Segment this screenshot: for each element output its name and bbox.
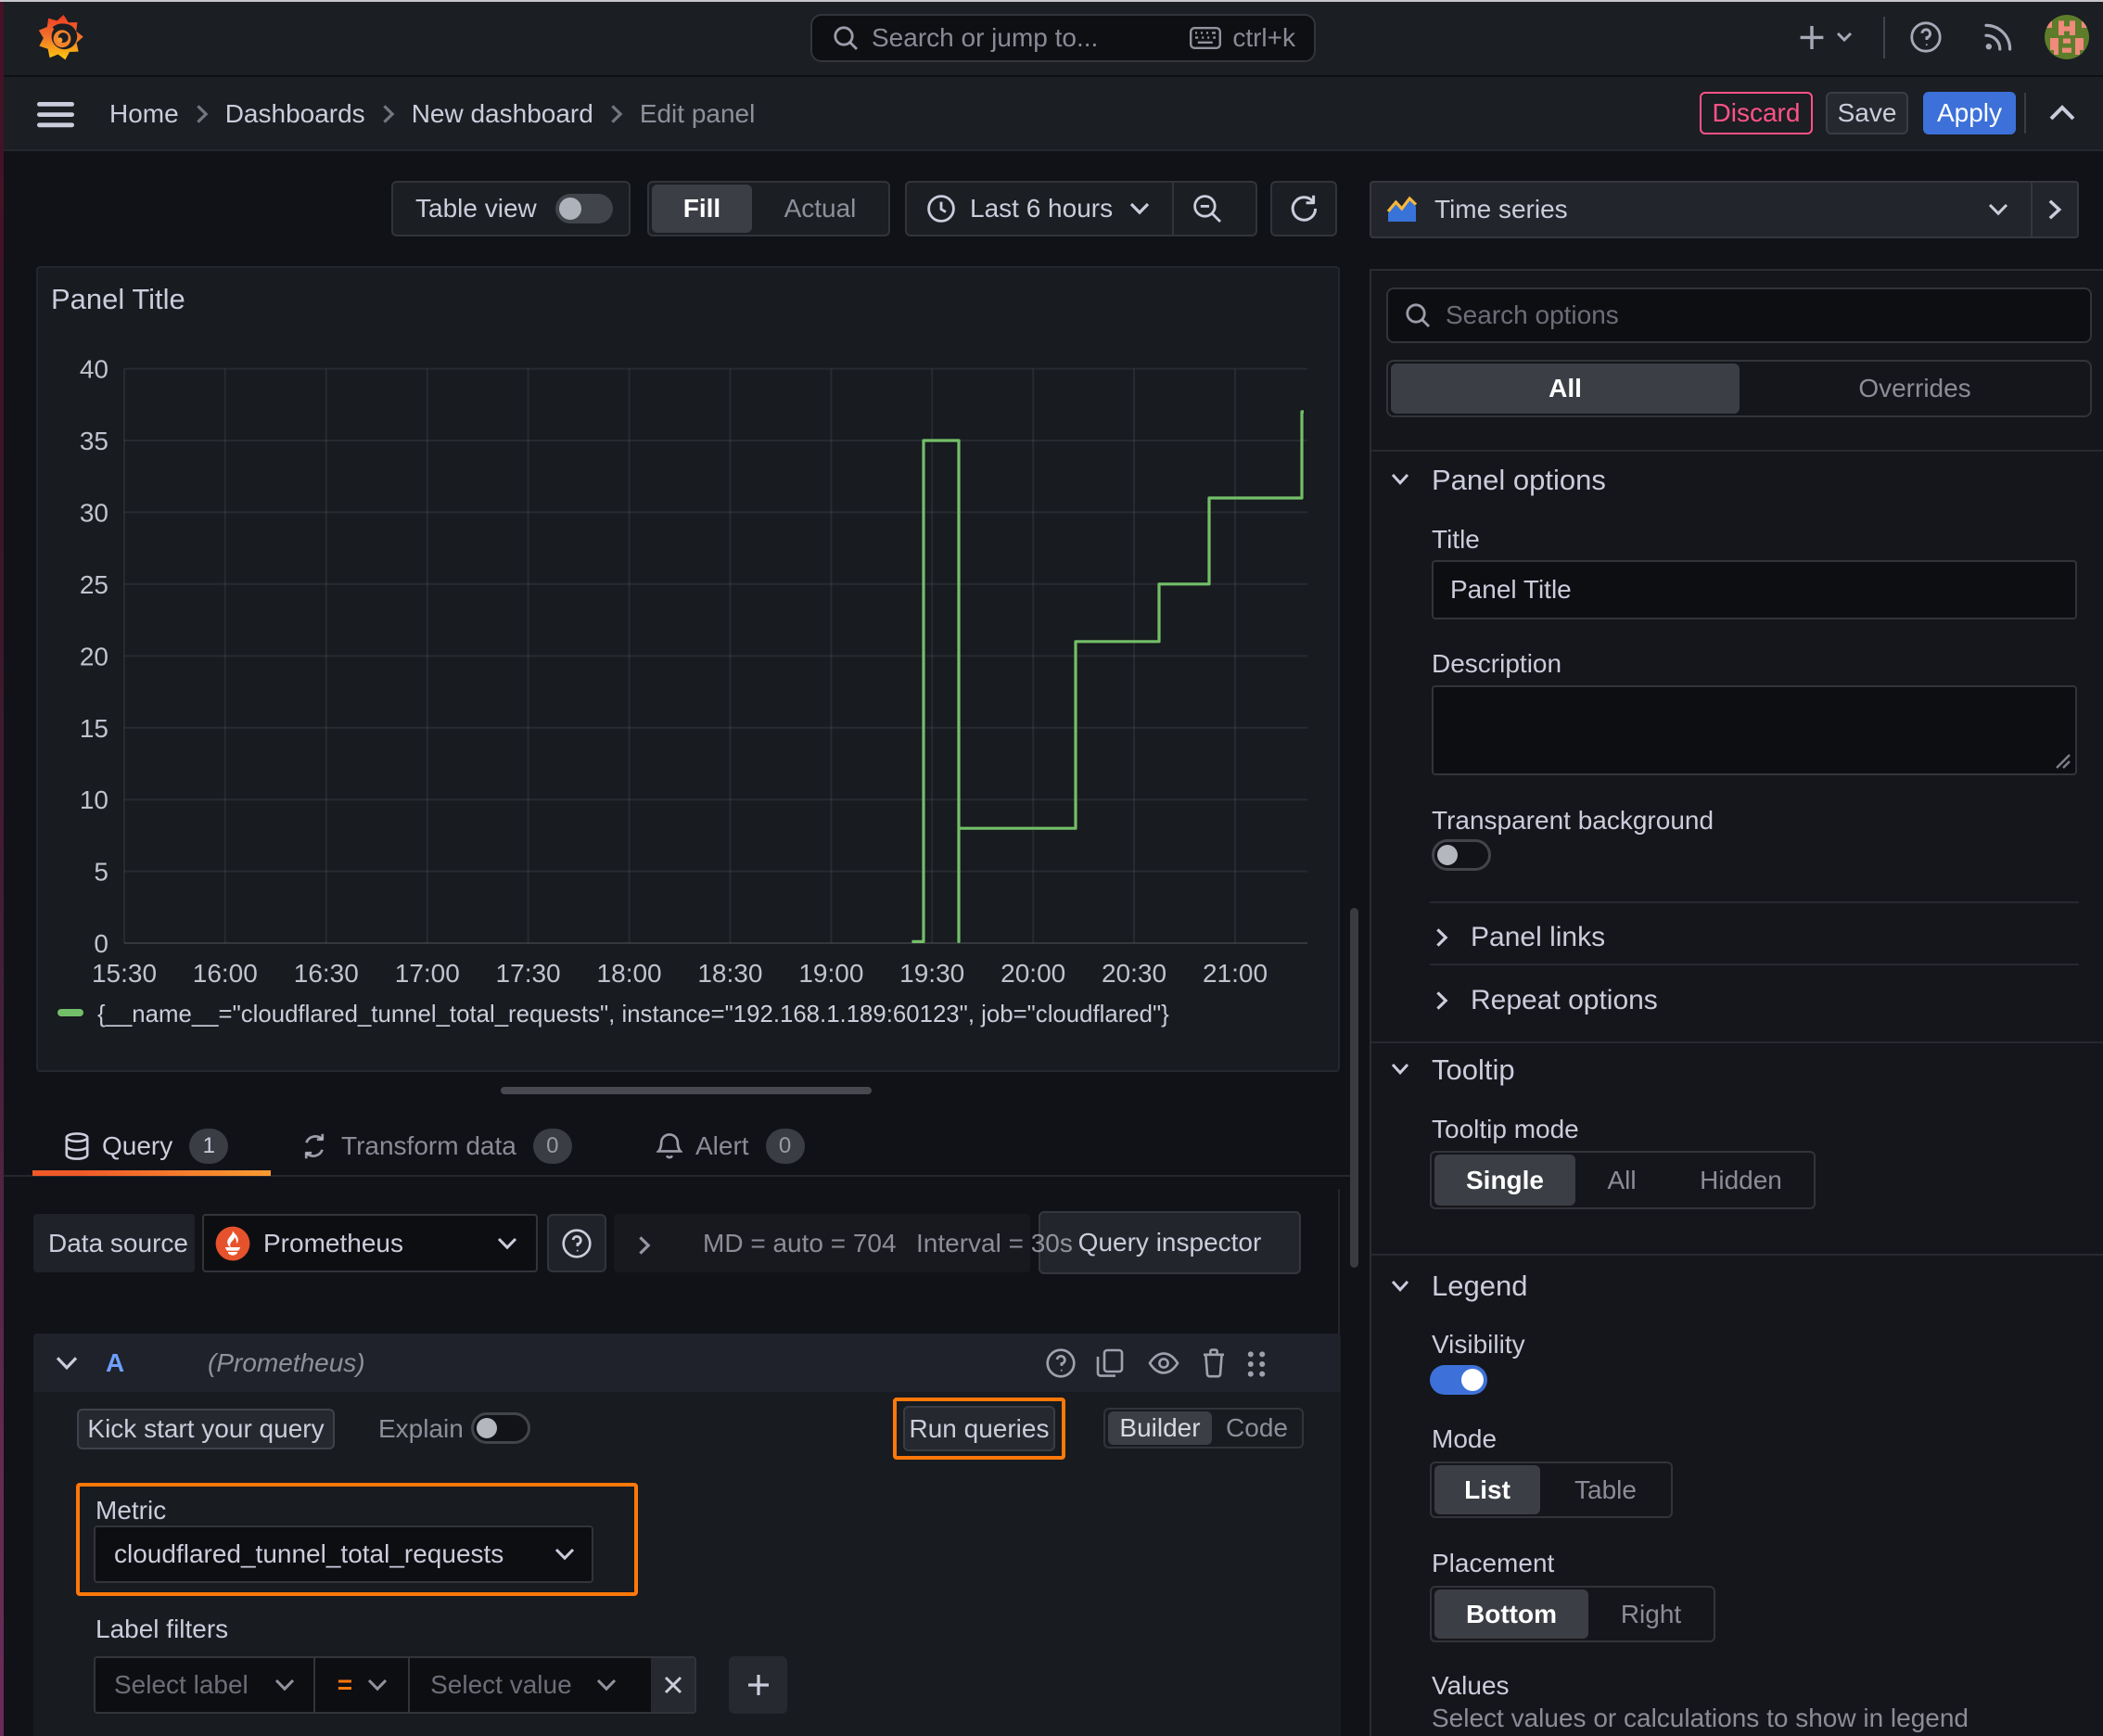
svg-text:19:30: 19:30 bbox=[899, 959, 964, 988]
svg-text:40: 40 bbox=[80, 355, 108, 384]
svg-text:20: 20 bbox=[80, 642, 108, 670]
svg-text:19:00: 19:00 bbox=[798, 959, 863, 988]
svg-text:5: 5 bbox=[94, 858, 108, 887]
svg-text:21:00: 21:00 bbox=[1203, 959, 1268, 988]
svg-text:15: 15 bbox=[80, 714, 108, 743]
svg-text:{__name__="cloudflared_tunnel_: {__name__="cloudflared_tunnel_total_requ… bbox=[97, 1002, 1169, 1028]
svg-text:16:00: 16:00 bbox=[193, 959, 258, 988]
svg-text:20:00: 20:00 bbox=[1001, 959, 1065, 988]
svg-text:16:30: 16:30 bbox=[294, 959, 359, 988]
svg-text:0: 0 bbox=[94, 929, 108, 958]
svg-text:30: 30 bbox=[80, 498, 108, 527]
svg-text:10: 10 bbox=[80, 785, 108, 814]
svg-text:20:30: 20:30 bbox=[1102, 959, 1166, 988]
svg-text:18:00: 18:00 bbox=[597, 959, 662, 988]
svg-text:17:00: 17:00 bbox=[395, 959, 460, 988]
svg-text:35: 35 bbox=[80, 427, 108, 455]
svg-text:25: 25 bbox=[80, 570, 108, 599]
svg-text:17:30: 17:30 bbox=[496, 959, 561, 988]
svg-text:18:30: 18:30 bbox=[697, 959, 762, 988]
svg-text:15:30: 15:30 bbox=[92, 959, 157, 988]
